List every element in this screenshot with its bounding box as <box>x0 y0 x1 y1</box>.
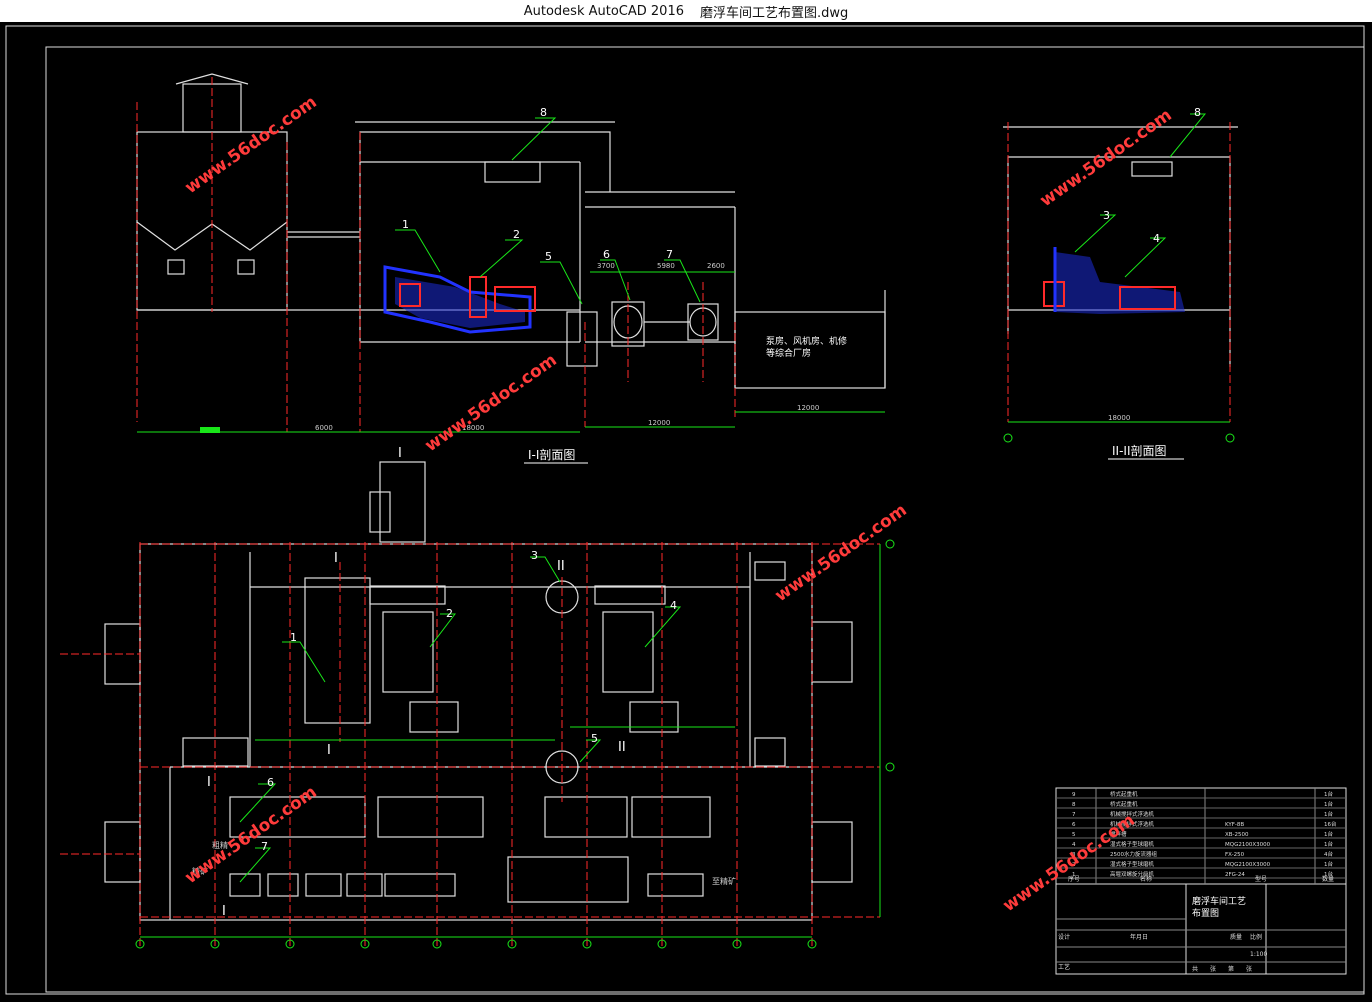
svg-text:3700: 3700 <box>597 262 615 270</box>
svg-text:I: I <box>398 446 402 461</box>
title-block-cell-model: MQG2100X3000 <box>1225 862 1271 868</box>
svg-text:数量: 数量 <box>1322 875 1334 883</box>
title-block-header: 序号 名称 型号 数量 设计 工艺 年月日 质量 比例 1:100 共 张 第 … <box>1058 875 1334 973</box>
svg-text:磨浮车间工艺: 磨浮车间工艺 <box>1192 895 1246 907</box>
section-1-labels: 1 2 5 6 7 8 <box>402 106 673 263</box>
title-block-cell-qty: 1台 <box>1324 860 1333 868</box>
title-block-cell-no: 6 <box>1072 822 1076 828</box>
svg-text:6000: 6000 <box>315 424 333 432</box>
title-block-cell-model: XB-2500 <box>1225 832 1249 838</box>
title-block-cell-no: 8 <box>1072 802 1076 808</box>
svg-text:3: 3 <box>531 549 538 562</box>
svg-text:2600: 2600 <box>707 262 725 270</box>
svg-text:I: I <box>327 743 331 758</box>
svg-text:5: 5 <box>591 732 598 745</box>
svg-text:等综合厂房: 等综合厂房 <box>766 347 811 359</box>
title-block-cell-model: FX-250 <box>1225 852 1245 858</box>
svg-text:质量: 质量 <box>1230 933 1242 941</box>
svg-text:比例: 比例 <box>1250 933 1262 941</box>
cad-drawing[interactable]: 1 2 5 6 7 8 3700 5980 2600 6000 18000 12… <box>0 22 1372 998</box>
title-block-cell-qty: 16台 <box>1324 820 1337 828</box>
svg-text:年月日: 年月日 <box>1130 933 1148 941</box>
svg-text:5: 5 <box>545 250 552 263</box>
grinding-equipment-1 <box>383 265 536 334</box>
svg-text:3: 3 <box>1103 209 1110 222</box>
section-2-title: II-II剖面图 <box>1112 444 1167 458</box>
title-block-cell-no: 5 <box>1072 832 1076 838</box>
svg-text:12000: 12000 <box>797 404 819 412</box>
svg-text:布置图: 布置图 <box>1192 907 1219 919</box>
watermark-1: www.56doc.com <box>181 92 320 198</box>
svg-text:1:100: 1:100 <box>1250 951 1267 958</box>
room-note: 泵房、风机房、机修 等综合厂房 <box>766 335 847 359</box>
drawing-canvas[interactable]: 1 2 5 6 7 8 3700 5980 2600 6000 18000 12… <box>0 22 1372 998</box>
grinding-equipment-2 <box>1043 247 1185 314</box>
svg-text:泵房、风机房、机修: 泵房、风机房、机修 <box>766 335 847 347</box>
svg-text:第: 第 <box>1228 965 1234 973</box>
section-1-title: I-I剖面图 <box>528 448 575 462</box>
svg-text:张: 张 <box>1246 965 1252 973</box>
svg-text:I: I <box>207 775 211 790</box>
svg-text:工艺: 工艺 <box>1058 963 1070 971</box>
title-block-cell-model: KYF-8B <box>1225 822 1244 828</box>
watermark-4: www.56doc.com <box>771 500 910 606</box>
svg-text:8: 8 <box>540 106 547 119</box>
svg-text:序号: 序号 <box>1068 875 1080 883</box>
svg-text:张: 张 <box>1210 965 1216 973</box>
svg-text:1: 1 <box>290 631 297 644</box>
title-block-cell-qty: 1台 <box>1324 830 1333 838</box>
title-block <box>1055 787 1347 975</box>
svg-text:7: 7 <box>666 248 673 261</box>
svg-text:6: 6 <box>267 776 274 789</box>
title-block-cell-name: 桥式起重机 <box>1110 800 1138 808</box>
plan-labels: 1 2 3 4 5 6 7 <box>261 549 677 853</box>
title-block-cell-model: MQG2100X3000 <box>1225 842 1271 848</box>
section-2-dim: 18000 <box>1108 414 1130 422</box>
svg-text:设计: 设计 <box>1058 933 1070 941</box>
title-block-cell-qty: 1台 <box>1324 810 1333 818</box>
app-title: Autodesk AutoCAD 2016 <box>523 3 684 19</box>
svg-text:共: 共 <box>1192 965 1198 973</box>
svg-text:II: II <box>557 559 565 574</box>
section-2-axes <box>1007 122 1231 422</box>
svg-text:4: 4 <box>1153 232 1160 245</box>
watermark-2: www.56doc.com <box>421 350 560 456</box>
title-block-cell-qty: 1台 <box>1324 790 1333 798</box>
svg-text:4: 4 <box>670 599 677 612</box>
svg-text:8: 8 <box>1194 106 1201 119</box>
svg-text:7: 7 <box>261 840 268 853</box>
svg-text:5980: 5980 <box>657 262 675 270</box>
section-2-2 <box>1003 126 1238 367</box>
title-block-cell-qty: 1台 <box>1324 800 1333 808</box>
watermark-3: www.56doc.com <box>1036 105 1175 211</box>
svg-text:至精矿: 至精矿 <box>712 876 736 886</box>
plan-notes: 粗精 精矿 至精矿 <box>192 840 736 886</box>
watermark-5: www.56doc.com <box>181 782 320 888</box>
section-1-axes <box>136 77 736 432</box>
plan-leaders <box>140 544 881 938</box>
title-block-cell-model: 2FG-24 <box>1225 872 1245 878</box>
svg-text:1: 1 <box>402 218 409 231</box>
title-block-cell-name: 湿式格子型球磨机 <box>1110 860 1155 868</box>
svg-text:2: 2 <box>446 607 453 620</box>
title-block-cell-no: 9 <box>1072 792 1076 798</box>
title-block-cell-no: 7 <box>1072 812 1076 818</box>
drawing-title: 磨浮车间工艺 布置图 <box>1192 895 1246 919</box>
svg-text:I: I <box>334 551 338 566</box>
svg-text:2: 2 <box>513 228 520 241</box>
svg-text:名称: 名称 <box>1140 875 1152 883</box>
svg-text:6: 6 <box>603 248 610 261</box>
window-titlebar: Autodesk AutoCAD 2016 磨浮车间工艺布置图.dwg <box>0 0 1372 22</box>
title-block-cell-name: 桥式起重机 <box>1110 790 1138 798</box>
file-name: 磨浮车间工艺布置图.dwg <box>699 5 849 21</box>
title-block-cell-qty: 1台 <box>1324 840 1333 848</box>
svg-text:I: I <box>222 904 226 919</box>
svg-text:12000: 12000 <box>648 419 670 427</box>
green-marker <box>200 427 220 433</box>
watermarks: www.56doc.com www.56doc.com www.56doc.co… <box>181 92 1175 916</box>
svg-text:II: II <box>618 740 626 755</box>
title-block-cell-name: 2500水力旋流器组 <box>1110 850 1157 858</box>
svg-text:型号: 型号 <box>1255 875 1267 883</box>
title-block-cell-qty: 4台 <box>1324 850 1333 858</box>
